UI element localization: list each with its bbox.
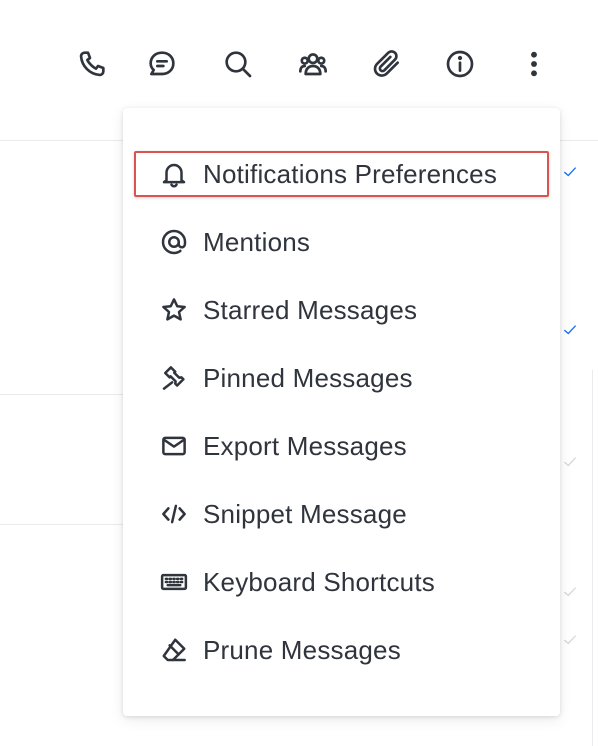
menu-item-notifications-preferences[interactable]: Notifications Preferences	[123, 144, 560, 204]
menu-item-prune-messages[interactable]: Prune Messages	[123, 620, 560, 680]
keyboard-icon	[158, 566, 190, 598]
sent-check-icon	[562, 454, 578, 470]
phone-icon[interactable]	[72, 44, 112, 84]
menu-item-label: Snippet Message	[203, 498, 407, 529]
sent-check-icon	[562, 632, 578, 648]
menu-item-label: Prune Messages	[203, 634, 401, 665]
menu-item-label: Starred Messages	[203, 294, 418, 325]
menu-item-label: Mentions	[203, 226, 311, 257]
menu-item-label: Export Messages	[203, 430, 407, 461]
menu-item-mentions[interactable]: Mentions	[123, 212, 560, 272]
attachment-icon[interactable]	[367, 44, 407, 84]
message-divider	[0, 394, 123, 395]
at-icon	[158, 226, 190, 258]
menu-item-snippet-message[interactable]: Snippet Message	[123, 484, 560, 544]
menu-item-label: Notifications Preferences	[203, 158, 498, 189]
menu-item-label: Keyboard Shortcuts	[203, 566, 435, 597]
menu-item-keyboard-shortcuts[interactable]: Keyboard Shortcuts	[123, 552, 560, 612]
search-icon[interactable]	[218, 44, 258, 84]
envelope-icon	[158, 430, 190, 462]
menu-item-pinned-messages[interactable]: Pinned Messages	[123, 348, 560, 408]
members-icon[interactable]	[293, 44, 333, 84]
discussion-icon[interactable]	[142, 44, 182, 84]
room-options-menu: Notifications Preferences Mentions Starr…	[123, 108, 560, 716]
menu-item-export-messages[interactable]: Export Messages	[123, 416, 560, 476]
menu-item-label: Pinned Messages	[203, 362, 413, 393]
menu-item-starred-messages[interactable]: Starred Messages	[123, 280, 560, 340]
message-divider	[0, 524, 123, 525]
bell-icon	[158, 158, 190, 190]
star-icon	[158, 294, 190, 326]
info-icon[interactable]	[440, 44, 480, 84]
room-header-toolbar	[0, 0, 598, 110]
kebab-menu-icon[interactable]	[514, 44, 554, 84]
read-receipt-check-icon	[562, 164, 578, 180]
scrollbar-track[interactable]	[592, 370, 593, 746]
sent-check-icon	[562, 584, 578, 600]
pin-icon	[158, 362, 190, 394]
code-icon	[158, 498, 190, 530]
read-receipt-check-icon	[562, 322, 578, 338]
eraser-icon	[158, 634, 190, 666]
